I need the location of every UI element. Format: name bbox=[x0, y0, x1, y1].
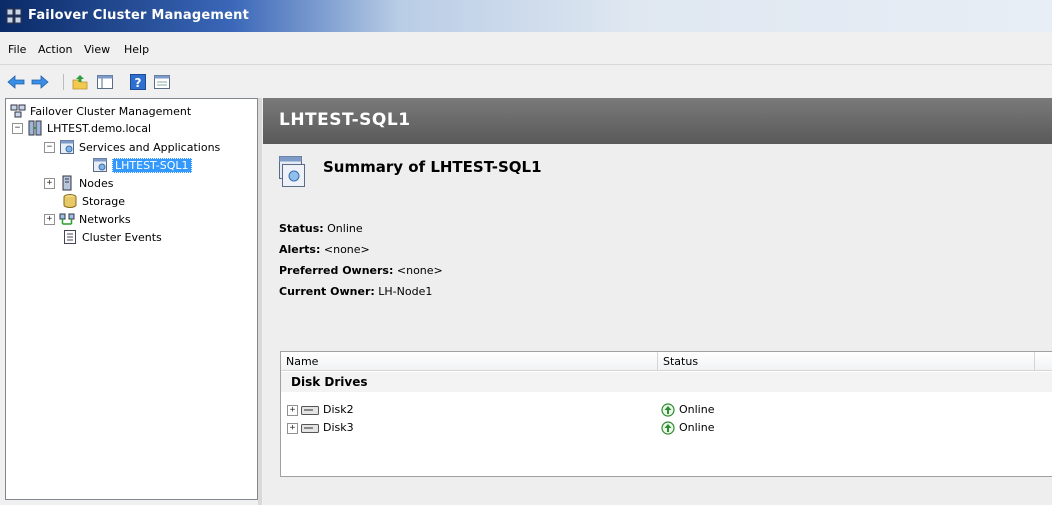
navigation-tree[interactable]: Failover Cluster Management − LHTEST.dem… bbox=[5, 98, 258, 500]
collapse-cluster-toggle[interactable]: − bbox=[12, 122, 23, 134]
networks-icon bbox=[59, 213, 75, 225]
preferred-owners-label: Preferred Owners: bbox=[279, 264, 394, 277]
tree-label-root: Failover Cluster Management bbox=[30, 104, 192, 118]
tree-item-services[interactable]: − Services and Applications bbox=[44, 139, 220, 155]
clustered-service-icon bbox=[93, 158, 107, 172]
alerts-label: Alerts: bbox=[279, 243, 321, 256]
menu-bar: File Action View Help bbox=[0, 38, 1052, 62]
details-pane: LHTEST-SQL1 Summary of LHTEST-SQL1 Statu… bbox=[263, 98, 1052, 505]
svg-text:?: ? bbox=[135, 76, 142, 90]
tree-label-storage: Storage bbox=[82, 194, 126, 208]
clustered-service-summary-icon bbox=[279, 156, 305, 187]
title-bar: Failover Cluster Management bbox=[0, 0, 1052, 32]
content-header: LHTEST-SQL1 bbox=[263, 98, 1052, 144]
tree-item-nodes[interactable]: + Nodes bbox=[44, 175, 113, 191]
tree-item-cluster-events[interactable]: Cluster Events bbox=[62, 229, 162, 245]
menu-file[interactable]: File bbox=[8, 43, 26, 56]
tree-label-events: Cluster Events bbox=[82, 230, 162, 244]
toolbar: ? bbox=[0, 66, 1052, 96]
expand-disk3-toggle[interactable]: + bbox=[287, 423, 298, 434]
disk-icon bbox=[301, 406, 319, 415]
pane-splitter[interactable] bbox=[258, 98, 262, 505]
alerts-property: Alerts: <none> bbox=[279, 243, 370, 256]
services-applications-icon bbox=[60, 140, 74, 154]
column-header-name[interactable]: Name bbox=[281, 352, 658, 371]
disk-name: Disk3 bbox=[323, 421, 354, 434]
expand-disk2-toggle[interactable]: + bbox=[287, 405, 298, 416]
back-arrow-icon[interactable] bbox=[6, 72, 26, 92]
status-text: Online bbox=[679, 403, 715, 416]
tree-item-cluster[interactable]: − LHTEST.demo.local bbox=[12, 120, 151, 136]
status-value: Online bbox=[327, 222, 363, 235]
table-row[interactable]: + Disk3 Online bbox=[281, 419, 1052, 437]
online-status-icon bbox=[661, 403, 675, 417]
disk-icon bbox=[301, 424, 319, 433]
tree-label-services: Services and Applications bbox=[79, 140, 221, 154]
cluster-app-icon bbox=[6, 8, 22, 24]
expand-networks-toggle[interactable]: + bbox=[44, 213, 55, 225]
tree-item-networks[interactable]: + Networks bbox=[44, 211, 131, 227]
current-owner-label: Current Owner: bbox=[279, 285, 375, 298]
summary-title: Summary of LHTEST-SQL1 bbox=[323, 158, 542, 176]
column-header-status[interactable]: Status bbox=[658, 352, 1035, 371]
menu-action[interactable]: Action bbox=[38, 43, 72, 56]
tree-item-storage[interactable]: Storage bbox=[62, 193, 125, 209]
content-header-title: LHTEST-SQL1 bbox=[279, 110, 411, 130]
tree-label-cluster: LHTEST.demo.local bbox=[47, 121, 152, 135]
menu-view[interactable]: View bbox=[84, 43, 110, 56]
preferred-owners-value: <none> bbox=[396, 264, 443, 277]
group-header-disk-drives[interactable]: Disk Drives bbox=[281, 372, 1052, 392]
show-hide-tree-icon[interactable] bbox=[95, 72, 115, 92]
disk-name: Disk2 bbox=[323, 403, 354, 416]
online-status-icon bbox=[661, 421, 675, 435]
event-log-icon bbox=[64, 230, 76, 244]
status-label: Status: bbox=[279, 222, 324, 235]
current-owner-value: LH-Node1 bbox=[378, 285, 433, 298]
tree-item-root[interactable]: Failover Cluster Management bbox=[10, 103, 191, 119]
column-header-extra[interactable] bbox=[1035, 352, 1052, 371]
properties-icon[interactable] bbox=[152, 72, 172, 92]
current-owner-property: Current Owner: LH-Node1 bbox=[279, 285, 432, 298]
tree-label-selected: LHTEST-SQL1 bbox=[112, 157, 192, 173]
tree-label-nodes: Nodes bbox=[79, 176, 114, 190]
up-folder-icon[interactable] bbox=[70, 72, 90, 92]
menu-help[interactable]: Help bbox=[124, 43, 149, 56]
nodes-icon bbox=[62, 175, 72, 191]
alerts-value: <none> bbox=[323, 243, 370, 256]
preferred-owners-property: Preferred Owners: <none> bbox=[279, 264, 443, 277]
tree-label-networks: Networks bbox=[79, 212, 131, 226]
forward-arrow-icon[interactable] bbox=[30, 72, 50, 92]
menu-separator bbox=[0, 64, 1052, 65]
cluster-icon bbox=[28, 120, 42, 136]
cluster-manager-icon bbox=[10, 104, 26, 118]
toolbar-separator bbox=[63, 74, 64, 90]
tree-item-lhtest-sql1[interactable]: LHTEST-SQL1 bbox=[92, 157, 192, 173]
window-title: Failover Cluster Management bbox=[28, 8, 250, 23]
collapse-services-toggle[interactable]: − bbox=[44, 141, 55, 153]
status-text: Online bbox=[679, 421, 715, 434]
storage-icon bbox=[63, 194, 77, 208]
help-icon[interactable]: ? bbox=[128, 72, 148, 92]
status-property: Status: Online bbox=[279, 222, 363, 235]
resources-table[interactable]: Name Status Disk Drives + Disk2 Online +… bbox=[280, 351, 1052, 477]
table-row[interactable]: + Disk2 Online bbox=[281, 401, 1052, 419]
expand-nodes-toggle[interactable]: + bbox=[44, 177, 55, 189]
